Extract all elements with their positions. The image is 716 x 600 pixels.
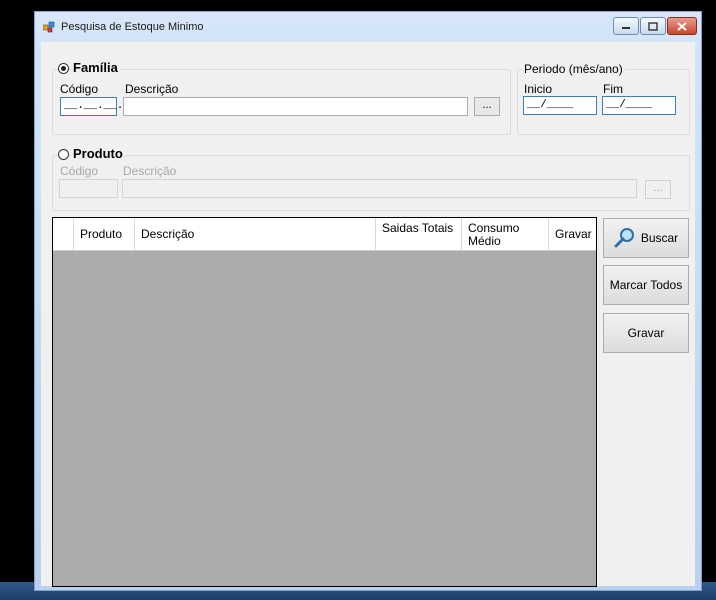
grid-header: Produto Descrição Saidas Totais Consumo …	[53, 218, 596, 251]
familia-radio[interactable]	[58, 63, 69, 74]
familia-lookup-button[interactable]: ...	[474, 97, 500, 116]
produto-radio[interactable]	[58, 149, 69, 160]
close-button[interactable]	[667, 17, 697, 35]
buscar-button[interactable]: Buscar	[603, 218, 689, 258]
grid-row-header-column[interactable]	[53, 218, 74, 250]
column-header-saidas-totais[interactable]: Saidas Totais	[376, 218, 462, 250]
column-header-produto[interactable]: Produto	[74, 218, 135, 250]
main-window: Pesquisa de Estoque Minimo Família Códig…	[34, 11, 702, 591]
app-icon	[43, 21, 55, 33]
window-client-area: Família Código __.__.__.__ Descrição ...…	[41, 42, 695, 587]
gravar-button[interactable]: Gravar	[603, 313, 689, 353]
produto-descricao-label: Descrição	[123, 164, 177, 178]
buscar-button-label: Buscar	[640, 231, 679, 245]
periodo-inicio-label: Inicio	[524, 82, 553, 96]
familia-radio-label[interactable]: Família	[71, 60, 120, 75]
minimize-icon	[622, 27, 630, 29]
close-icon	[677, 21, 687, 31]
magnifier-icon	[614, 228, 634, 248]
familia-descricao-label: Descrição	[125, 82, 179, 96]
title-bar: Pesquisa de Estoque Minimo	[35, 12, 701, 42]
periodo-inicio-input[interactable]: __/____	[523, 96, 597, 115]
periodo-fim-label: Fim	[603, 82, 623, 96]
periodo-title: Periodo (mês/ano)	[522, 62, 625, 76]
maximize-icon	[648, 21, 658, 31]
produto-codigo-label: Código	[60, 164, 99, 178]
column-header-consumo-medio[interactable]: Consumo Médio	[462, 218, 549, 250]
periodo-fim-input[interactable]: __/____	[602, 96, 676, 115]
produto-descricao-input[interactable]	[122, 179, 637, 198]
maximize-button[interactable]	[640, 17, 666, 35]
column-header-gravar[interactable]: Gravar	[549, 218, 596, 250]
marcar-todos-button[interactable]: Marcar Todos	[603, 265, 689, 305]
produto-codigo-input[interactable]	[59, 179, 118, 198]
familia-codigo-input[interactable]: __.__.__.__	[60, 97, 137, 116]
window-title: Pesquisa de Estoque Minimo	[61, 21, 204, 33]
results-grid[interactable]: Produto Descrição Saidas Totais Consumo …	[52, 217, 597, 587]
familia-codigo-label: Código	[60, 82, 99, 96]
minimize-button[interactable]	[613, 17, 639, 35]
column-header-descricao[interactable]: Descrição	[135, 218, 376, 250]
produto-radio-label[interactable]: Produto	[71, 146, 125, 161]
produto-lookup-button[interactable]: ...	[645, 180, 671, 199]
familia-descricao-input[interactable]	[123, 97, 468, 116]
